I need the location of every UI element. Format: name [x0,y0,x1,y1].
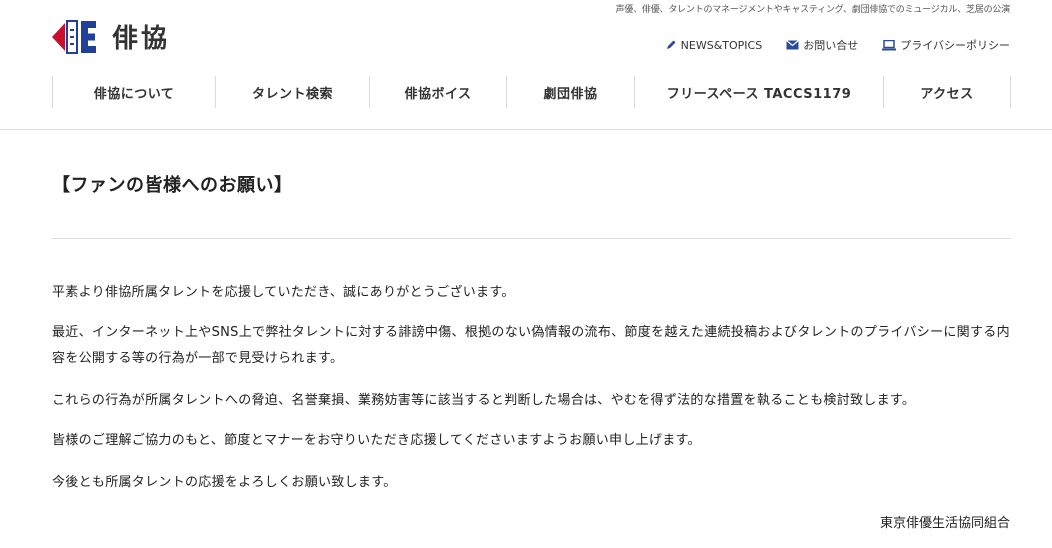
logo-mark-icon [52,19,96,54]
signature: 東京俳優生活協同組合 [879,516,1010,531]
news-topics-label: NEWS&TOPICS [680,38,763,52]
global-nav: 俳協について タレント検索 俳協ボイス 劇団俳協 フリースペース TACCS11… [52,76,1011,108]
page-title: 【ファンの皆様へのお願い】 [52,175,293,196]
pencil-icon [666,40,676,49]
header-links: NEWS&TOPICS お問い合せ プライバシーポリシー [665,37,1010,53]
title-divider [52,238,1011,239]
nav-item-about[interactable]: 俳協について [53,76,216,108]
nav-item-access[interactable]: アクセス [884,76,1011,108]
contact-link[interactable]: お問い合せ [786,37,858,53]
logo-text: 俳協 [112,24,171,54]
site-tagline: 声優、俳優、タレントのマネージメントやキャスティング、劇団俳協でのミュージカル、… [615,5,1011,15]
privacy-policy-link[interactable]: プライバシーポリシー [882,37,1010,53]
mail-icon [786,40,800,50]
site-logo[interactable]: 俳協 [52,18,170,55]
nav-item-talent-search[interactable]: タレント検索 [216,76,370,108]
news-topics-link[interactable]: NEWS&TOPICS [665,37,763,53]
nav-item-haikyo-voice[interactable]: 俳協ボイス [370,76,507,108]
nav-item-theater[interactable]: 劇団俳協 [507,76,635,108]
laptop-icon [882,39,897,50]
paragraph-legal: これらの行為が所属タレントへの脅迫、名誉棄損、業務妨害等に該当すると判断した場合… [52,393,916,408]
paragraph-closing: 今後とも所属タレントの応援をよろしくお願い致します。 [52,475,397,490]
paragraph-issue: 最近、インターネット上やSNS上で弊社タレントに対する誹謗中傷、根拠のない偽情報… [52,325,1010,366]
header-divider [0,129,1052,130]
contact-label: お問い合せ [803,39,859,52]
nav-item-free-space[interactable]: フリースペース TACCS1179 [635,76,884,108]
paragraph-request: 皆様のご理解ご協力のもと、節度とマナーをお守りいただき応援してくださいますようお… [52,433,701,448]
paragraph-greeting: 平素より俳協所属タレントを応援していただき、誠にありがとうございます。 [52,285,515,300]
privacy-policy-label: プライバシーポリシー [900,39,1010,52]
